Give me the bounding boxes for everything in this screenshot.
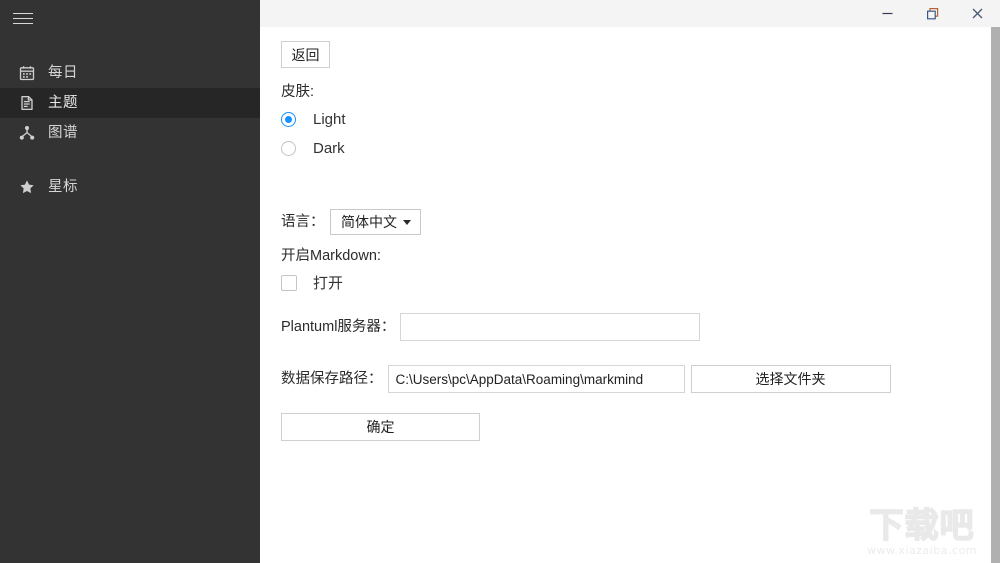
language-selected-value: 简体中文 bbox=[341, 214, 397, 230]
restore-button[interactable] bbox=[910, 0, 955, 27]
markdown-section-label: 开启Markdown: bbox=[281, 248, 381, 264]
plantuml-row: Plantuml服务器： bbox=[281, 313, 701, 341]
sidebar: 每日 主题 图谱 星标 bbox=[0, 0, 260, 563]
nav-divider-space bbox=[0, 148, 260, 172]
sidebar-item-graph[interactable]: 图谱 bbox=[0, 118, 260, 148]
plantuml-input[interactable] bbox=[400, 313, 701, 341]
watermark-url: www.xiazaiba.com bbox=[866, 544, 978, 557]
hamburger-bar bbox=[13, 12, 33, 14]
restore-icon bbox=[926, 7, 938, 19]
skin-option-light[interactable]: Light bbox=[281, 112, 346, 127]
back-button[interactable]: 返回 bbox=[281, 41, 330, 68]
markdown-checkbox[interactable] bbox=[281, 275, 297, 291]
plantuml-label: Plantuml服务器： bbox=[281, 318, 396, 335]
vertical-scrollbar[interactable] bbox=[991, 27, 1000, 563]
titlebar bbox=[260, 0, 1000, 27]
minimize-button[interactable] bbox=[865, 0, 910, 27]
watermark: 下载吧 www.xiazaiba.com bbox=[858, 506, 986, 559]
sidebar-item-starred[interactable]: 星标 bbox=[0, 172, 260, 202]
sidebar-item-label: 每日 bbox=[48, 64, 78, 81]
app-window: 每日 主题 图谱 星标 返回 皮肤: Light Dark 语言： 简体中文 开… bbox=[0, 0, 1000, 563]
choose-folder-button[interactable]: 选择文件夹 bbox=[690, 365, 891, 393]
chevron-down-icon bbox=[402, 220, 411, 225]
hamburger-bar bbox=[13, 22, 33, 24]
markdown-toggle-row[interactable]: 打开 bbox=[281, 275, 343, 291]
radio-light-label: Light bbox=[313, 111, 346, 128]
radio-light[interactable] bbox=[281, 112, 296, 127]
sidebar-item-theme[interactable]: 主题 bbox=[0, 88, 260, 118]
calendar-icon bbox=[18, 64, 36, 82]
radio-dark-label: Dark bbox=[313, 140, 345, 157]
radio-dark[interactable] bbox=[281, 141, 296, 156]
skin-section-label: 皮肤: bbox=[281, 84, 315, 100]
document-icon bbox=[18, 94, 36, 112]
graph-icon bbox=[18, 124, 36, 142]
skin-option-dark[interactable]: Dark bbox=[281, 141, 345, 156]
star-icon bbox=[18, 178, 36, 196]
confirm-button[interactable]: 确定 bbox=[281, 413, 480, 441]
markdown-checkbox-label: 打开 bbox=[313, 274, 344, 292]
sidebar-nav: 每日 主题 图谱 星标 bbox=[0, 58, 260, 202]
settings-panel: 返回 皮肤: Light Dark 语言： 简体中文 开启Markdown: 打… bbox=[260, 27, 1000, 563]
sidebar-item-daily[interactable]: 每日 bbox=[0, 58, 260, 88]
sidebar-item-label: 主题 bbox=[48, 94, 78, 111]
sidebar-item-label: 图谱 bbox=[48, 124, 78, 141]
watermark-title: 下载吧 bbox=[869, 506, 975, 546]
close-icon bbox=[972, 8, 983, 19]
language-select[interactable]: 简体中文 bbox=[329, 209, 421, 235]
minimize-icon bbox=[882, 12, 893, 15]
data-path-label: 数据保存路径： bbox=[281, 370, 383, 387]
data-path-row: 数据保存路径： 选择文件夹 bbox=[281, 365, 891, 393]
language-label: 语言： bbox=[281, 213, 325, 230]
hamburger-icon[interactable] bbox=[11, 7, 37, 29]
hamburger-bar bbox=[13, 17, 33, 19]
close-button[interactable] bbox=[955, 0, 1000, 27]
sidebar-item-label: 星标 bbox=[48, 178, 78, 195]
data-path-input[interactable] bbox=[387, 365, 685, 393]
language-row: 语言： 简体中文 bbox=[281, 209, 421, 235]
